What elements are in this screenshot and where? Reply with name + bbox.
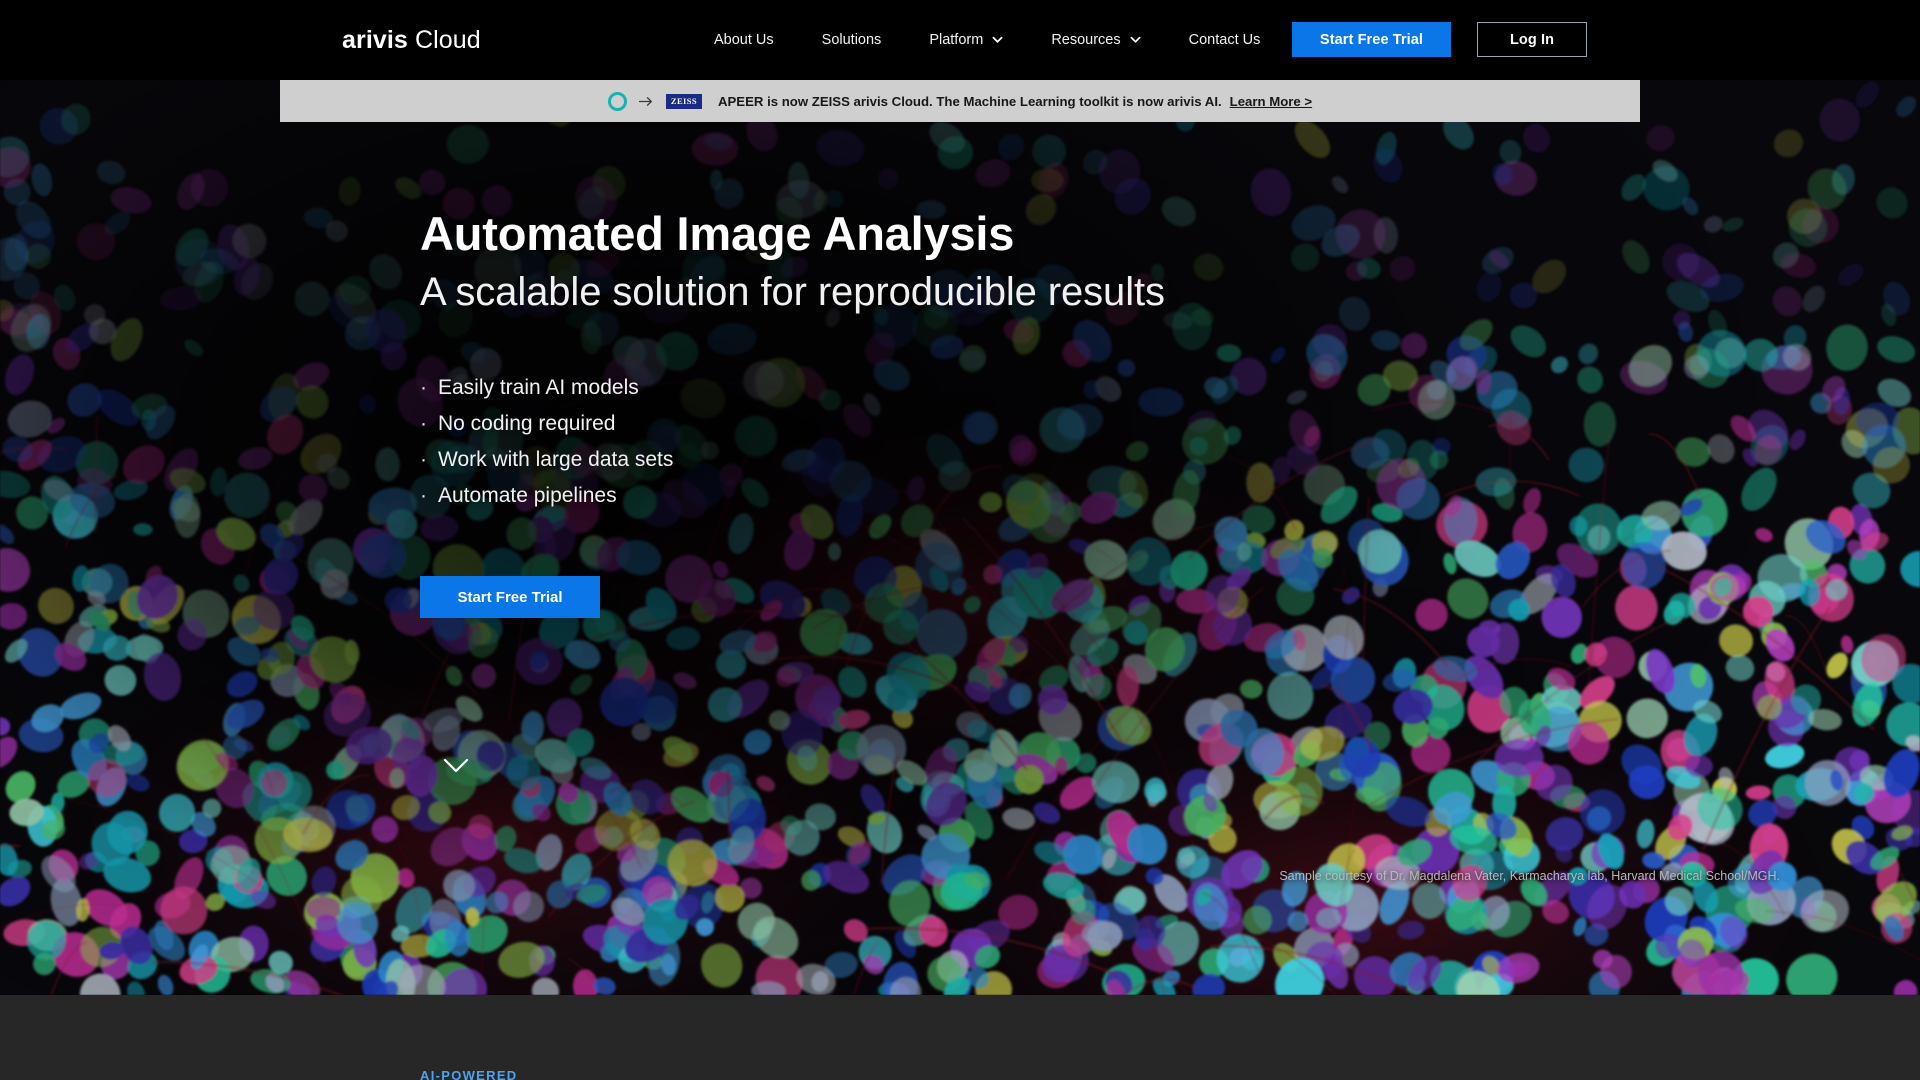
nav-links: About Us Solutions Platform Resources Co… (690, 24, 1284, 56)
announcement-banner-content: ZEISS APEER is now ZEISS arivis Cloud. T… (608, 92, 1312, 111)
hero-bullet-label: Easily train AI models (438, 370, 639, 406)
page-root: arivis Cloud About Us Solutions Platform… (0, 0, 1920, 1080)
hero-bullet-label: Automate pipelines (438, 478, 617, 514)
apeer-circle-logo-icon (608, 92, 627, 111)
nav-label-about-us: About Us (714, 32, 774, 48)
nav-label-solutions: Solutions (822, 32, 882, 48)
hero-content: Automated Image Analysis A scalable solu… (420, 205, 1165, 618)
hero-bullet-item: · Automate pipelines (420, 478, 1165, 514)
site-logo[interactable]: arivis Cloud (342, 24, 481, 56)
arrow-right-icon (639, 96, 654, 107)
nav-item-contact-us[interactable]: Contact Us (1165, 24, 1285, 56)
chevron-down-icon (1130, 34, 1141, 45)
learn-more-link[interactable]: Learn More > (1230, 94, 1312, 109)
start-free-trial-button[interactable]: Start Free Trial (1292, 22, 1451, 57)
bullet-marker: · (420, 442, 427, 478)
section-eyebrow-label: AI-POWERED (420, 1068, 518, 1080)
hero-bullet-label: No coding required (438, 406, 615, 442)
announcement-banner-text: APEER is now ZEISS arivis Cloud. The Mac… (718, 94, 1222, 109)
hero-start-free-trial-button[interactable]: Start Free Trial (420, 576, 600, 618)
hero-heading: Automated Image Analysis (420, 205, 1165, 263)
hero-bullet-label: Work with large data sets (438, 442, 673, 478)
top-navigation-bar: arivis Cloud About Us Solutions Platform… (0, 0, 1920, 80)
logo-text-regular: Cloud (415, 26, 481, 54)
hero-bullet-list: · Easily train AI models · No coding req… (420, 370, 1165, 514)
nav-label-contact-us: Contact Us (1189, 32, 1261, 48)
nav-label-resources: Resources (1051, 32, 1120, 48)
log-in-button[interactable]: Log In (1477, 22, 1587, 57)
hero-image-caption: Sample courtesy of Dr. Magdalena Vater, … (1279, 869, 1780, 883)
bullet-marker: · (420, 406, 427, 442)
hero-bullet-item: · Easily train AI models (420, 370, 1165, 406)
nav-item-about-us[interactable]: About Us (690, 24, 798, 56)
logo-text-bold: arivis (342, 26, 408, 54)
hero-bullet-item: · Work with large data sets (420, 442, 1165, 478)
zeiss-logo: ZEISS (666, 94, 702, 109)
chevron-down-icon (992, 34, 1003, 45)
nav-item-solutions[interactable]: Solutions (798, 24, 906, 56)
announcement-banner: ZEISS APEER is now ZEISS arivis Cloud. T… (280, 80, 1640, 122)
nav-actions: Start Free Trial Log In (1292, 22, 1587, 57)
nav-item-platform[interactable]: Platform (905, 24, 1027, 56)
hero-section: Automated Image Analysis A scalable solu… (0, 80, 1920, 995)
bullet-marker: · (420, 478, 427, 514)
features-section: AI-POWERED (0, 995, 1920, 1080)
scroll-down-chevron-icon[interactable] (443, 758, 469, 774)
hero-bullet-item: · No coding required (420, 406, 1165, 442)
bullet-marker: · (420, 370, 427, 406)
hero-subheading: A scalable solution for reproducible res… (420, 263, 1165, 321)
nav-item-resources[interactable]: Resources (1027, 24, 1164, 56)
nav-label-platform: Platform (929, 32, 983, 48)
